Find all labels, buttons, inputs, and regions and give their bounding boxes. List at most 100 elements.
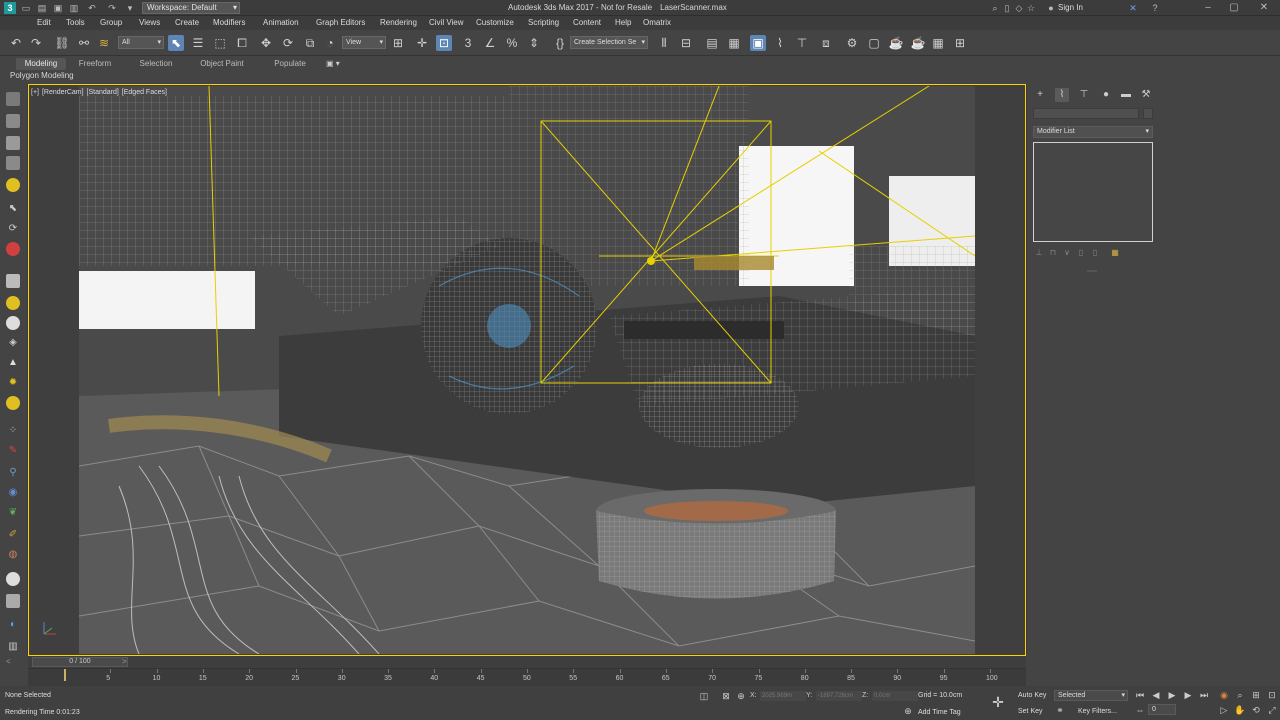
pan-icon[interactable]: ✋	[1234, 704, 1246, 716]
workspace-selector[interactable]: Workspace: Default ▾	[142, 2, 240, 14]
keyboard-shortcut-override-icon[interactable]: ⊡	[436, 35, 452, 51]
time-tag-icon[interactable]: ⊕	[902, 705, 914, 717]
paint-icon[interactable]	[6, 242, 20, 256]
window-crossing-icon[interactable]: ⧠	[234, 35, 250, 51]
plane-icon[interactable]	[6, 274, 20, 288]
object-color-swatch[interactable]	[1143, 108, 1153, 119]
angle-snap-icon[interactable]: ∠	[482, 35, 498, 51]
communication-center-icon[interactable]: ◇	[1014, 2, 1024, 14]
user-icon[interactable]: ●	[1046, 2, 1056, 14]
mirror-icon[interactable]: ⫴	[656, 35, 672, 51]
object-name-field[interactable]	[1033, 108, 1139, 119]
cone-icon[interactable]: ▲	[6, 356, 20, 370]
redo-icon[interactable]: ↷	[28, 35, 44, 51]
tab-selection[interactable]: Selection	[130, 58, 182, 70]
render-production-icon[interactable]: ☕	[888, 35, 904, 51]
menu-modifiers[interactable]: Modifiers	[213, 18, 245, 27]
redo-icon[interactable]: ↷	[106, 2, 118, 14]
tab-freeform[interactable]: Freeform	[72, 58, 118, 70]
rotate-icon[interactable]: ⟳	[280, 35, 296, 51]
sign-in-link[interactable]: Sign In	[1058, 3, 1083, 12]
x-coord-field[interactable]: 2025.969m	[760, 691, 806, 701]
go-to-end-icon[interactable]: ⏭	[1198, 689, 1210, 701]
zoom-all-icon[interactable]: ⊞	[1250, 689, 1262, 701]
menu-civil-view[interactable]: Civil View	[429, 18, 464, 27]
tab-populate[interactable]: Populate	[264, 58, 316, 70]
key-mode-icon[interactable]: ⇔	[1134, 704, 1146, 716]
modifier-list-dropdown[interactable]: Modifier List ▾	[1033, 126, 1153, 138]
menu-create[interactable]: Create	[175, 18, 199, 27]
key-filters-button[interactable]: Key Filters...	[1078, 708, 1117, 715]
schematic-view-icon[interactable]: ⊤	[794, 35, 810, 51]
tab-modeling[interactable]: Modeling	[16, 58, 66, 70]
orbit-icon[interactable]: ⟲	[1250, 704, 1262, 716]
edit-named-selection-icon[interactable]: {}	[552, 35, 568, 51]
shape-icon[interactable]: ✎	[6, 444, 20, 458]
select-manipulate-icon[interactable]: ✛	[414, 35, 430, 51]
reference-coordinate-dropdown[interactable]: View ▾	[342, 36, 386, 49]
pin-stack-icon[interactable]: ⊥	[1033, 248, 1045, 258]
minimize-window-icon[interactable]: –	[1196, 1, 1220, 15]
make-unique-icon[interactable]: ∨	[1061, 248, 1073, 258]
time-configuration-icon[interactable]: ◉	[1218, 689, 1230, 701]
pivot-center-icon[interactable]: ⊞	[390, 35, 406, 51]
viewport-general-menu[interactable]: [+]	[31, 89, 39, 96]
globe-icon[interactable]: ◉	[6, 486, 20, 500]
bind-space-warp-icon[interactable]: ≋	[96, 35, 112, 51]
motion-panel-tab-icon[interactable]: ●	[1099, 88, 1113, 102]
hierarchy-icon[interactable]: ⚲	[6, 466, 20, 480]
perspective-viewport[interactable]	[79, 86, 975, 654]
box-icon[interactable]	[6, 114, 20, 128]
set-key-large-icon[interactable]: ✛	[992, 695, 1004, 709]
percent-snap-icon[interactable]: %	[504, 35, 520, 51]
add-time-tag[interactable]: Add Time Tag	[918, 709, 961, 716]
grid-icon[interactable]	[6, 594, 20, 608]
tab-object-paint[interactable]: Object Paint	[194, 58, 250, 70]
render-in-cloud-icon[interactable]: ▦	[930, 35, 946, 51]
foliage-icon[interactable]: ❦	[6, 506, 20, 520]
new-file-icon[interactable]: ▭	[20, 2, 32, 14]
camera-icon[interactable]: ◍	[6, 548, 20, 562]
menu-animation[interactable]: Animation	[263, 18, 299, 27]
next-frame-arrow-icon[interactable]: >	[122, 657, 127, 666]
modifier-sets-icon[interactable]: ▦	[1109, 248, 1121, 258]
field-of-view-icon[interactable]: ▷	[1218, 704, 1230, 716]
helper-icon[interactable]: ◈	[6, 336, 20, 350]
menu-omatrix[interactable]: Omatrix	[643, 18, 671, 27]
quick-access-menu-icon[interactable]: ▾	[124, 2, 136, 14]
menu-customize[interactable]: Customize	[476, 18, 514, 27]
set-key-button[interactable]: Set Key	[1018, 708, 1043, 715]
time-slider[interactable]: 0 / 100 < >	[6, 656, 1026, 668]
track-bar[interactable]: 5 10 15 20 25 30 35 40 45 50 55 60 65 70 75 80 85 90 95 100	[28, 668, 1026, 686]
current-frame-field[interactable]: 0	[1148, 704, 1176, 715]
favorites-icon[interactable]: ☆	[1026, 2, 1036, 14]
edit-poly-icon[interactable]	[6, 136, 20, 150]
light-icon[interactable]	[6, 178, 20, 192]
sun-icon[interactable]: ✹	[6, 376, 20, 390]
omni-light-icon[interactable]	[6, 396, 20, 410]
undo-icon[interactable]: ↶	[8, 35, 24, 51]
rectangular-selection-icon[interactable]: ⬚	[212, 35, 228, 51]
maximize-window-icon[interactable]: ▢	[1222, 1, 1246, 15]
create-panel-tab-icon[interactable]: +	[1033, 88, 1047, 102]
menu-edit[interactable]: Edit	[37, 18, 51, 27]
select-place-icon[interactable]: ◔	[322, 35, 338, 51]
ribbon-options-icon[interactable]: ▣ ▾	[326, 59, 340, 68]
vray-icon[interactable]: ◐	[6, 618, 20, 632]
move-icon[interactable]: ✥	[258, 35, 274, 51]
toggle-scene-explorer-icon[interactable]: ▤	[704, 35, 720, 51]
menu-tools[interactable]: Tools	[66, 18, 85, 27]
app-logo-icon[interactable]: 3	[4, 2, 16, 14]
zoom-extents-icon[interactable]: ⊡	[1266, 689, 1278, 701]
render-setup-icon[interactable]: ⚙	[844, 35, 860, 51]
snaps-toggle-icon[interactable]: 3	[460, 35, 476, 51]
link-icon[interactable]: ⛓	[54, 35, 70, 51]
search-icon[interactable]: ⌕	[990, 2, 1000, 14]
curve-editor-icon[interactable]: ⌇	[772, 35, 788, 51]
toggle-ribbon-icon[interactable]: ▣	[750, 35, 766, 51]
select-object-icon[interactable]: ⬉	[168, 35, 184, 51]
close-window-icon[interactable]: ✕	[1252, 1, 1276, 15]
configure-modifier-sets-icon[interactable]: ▯	[1089, 248, 1101, 258]
maximize-viewport-icon[interactable]: ⤢	[1266, 704, 1278, 716]
extra-tools-icon[interactable]: ⊞	[952, 35, 968, 51]
